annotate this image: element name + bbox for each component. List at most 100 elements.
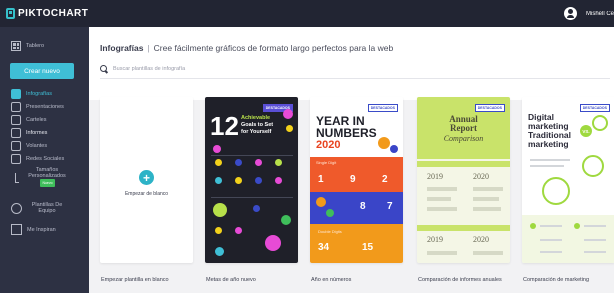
sidebar-item-label: Plantillas De Equipo — [31, 202, 63, 214]
preview-line: Goals to Set — [241, 122, 274, 128]
title-separator: | — [147, 43, 150, 53]
app-name: PIKTOCHART — [18, 8, 89, 19]
preview-bar — [473, 197, 499, 201]
template-caption[interactable]: Año en números — [311, 277, 404, 283]
template-card-year-in-numbers[interactable]: DESTACADOS YEAR IN NUMBERS 2020 Single D… — [310, 97, 403, 263]
goal-icon — [235, 227, 242, 234]
goal-icon — [215, 159, 222, 166]
sidebar-item-custom-sizes[interactable]: Tamaños Personalizados Nuevo — [0, 167, 89, 187]
user-name[interactable]: Mishell Cez — [586, 11, 614, 17]
preview-line-bar — [584, 239, 606, 241]
sidebar-item-label: Informes — [26, 130, 48, 136]
preview-divider — [211, 155, 293, 156]
team-icon — [11, 202, 22, 214]
sidebar-item-label: Carteles — [26, 117, 47, 123]
goal-icon — [255, 177, 262, 184]
search-underline — [100, 78, 610, 79]
sidebar-item-team-templates[interactable]: Plantillas De Equipo — [0, 199, 89, 217]
template-caption[interactable]: Comparación de informes anuales — [418, 277, 511, 283]
user-avatar-icon[interactable] — [564, 7, 577, 20]
preview-strip — [417, 161, 510, 167]
template-search[interactable]: Buscar plantillas de infografía — [100, 65, 185, 72]
goal-icon — [275, 159, 282, 166]
sidebar-item-presentaciones[interactable]: Presentaciones — [0, 102, 89, 112]
preview-line: Report — [450, 123, 477, 133]
featured-badge: DESTACADOS — [474, 104, 505, 112]
preview-year: 2019 — [427, 235, 443, 244]
preview-line-bar — [584, 225, 606, 227]
featured-badge: DESTACADOS — [579, 104, 610, 112]
sidebar-item-tablero[interactable]: Tablero — [0, 41, 89, 51]
preview-bar — [473, 187, 503, 191]
goal-icon — [275, 177, 282, 184]
preview-label: Double Digits — [318, 229, 342, 234]
preview-bar — [427, 187, 457, 191]
template-caption[interactable]: Comparación de marketing — [523, 277, 614, 283]
decor-curl — [542, 177, 570, 205]
preview-line-bar — [530, 159, 570, 161]
sidebar-item-inspiration[interactable]: Me Inspiran — [0, 224, 89, 235]
decor-curl — [592, 115, 608, 131]
search-icon[interactable] — [100, 65, 107, 72]
app-logo[interactable]: PIKTOCHART — [6, 8, 88, 19]
top-bar: PIKTOCHART Mishell Cez — [0, 0, 614, 27]
decor-dot — [213, 145, 221, 153]
preview-bar — [473, 251, 503, 255]
goal-icon — [255, 159, 262, 166]
preview-line-bar — [540, 251, 562, 253]
sidebar-item-carteles[interactable]: Carteles — [0, 115, 89, 125]
decor-dot — [378, 137, 390, 149]
template-card-annual-report[interactable]: DESTACADOS Annual Report Comparison 2019… — [417, 97, 510, 263]
goal-icon — [215, 227, 222, 234]
dashboard-icon — [11, 41, 21, 51]
template-card-marketing[interactable]: DESTACADOS Digital marketing Traditional… — [522, 97, 614, 263]
template-card-goals[interactable]: DESTACADOS 12 Achievable Goals to Set fo… — [205, 97, 298, 263]
preview-number: 8 — [360, 201, 366, 212]
preview-divider — [211, 197, 293, 198]
decor-dot — [213, 203, 227, 217]
main-header: Infografías | Cree fácilmente gráficos de … — [89, 27, 614, 100]
template-preview-title: Annual Report — [417, 115, 510, 133]
sidebar-item-label: Redes Sociales — [26, 156, 65, 162]
presentation-icon — [11, 102, 21, 112]
template-caption[interactable]: Metas de año nuevo — [206, 277, 299, 283]
preview-line-bar — [530, 165, 564, 167]
goal-icon — [253, 205, 260, 212]
sidebar-item-redes-sociales[interactable]: Redes Sociales — [0, 154, 89, 164]
search-input[interactable]: Buscar plantillas de infografía — [113, 66, 185, 72]
user-menu[interactable]: Mishell Cez — [564, 0, 614, 27]
sidebar-item-volantes[interactable]: Volantes — [0, 141, 89, 151]
sidebar-item-label: Tamaños Personalizados Nuevo — [27, 167, 67, 187]
decor-dot — [316, 197, 326, 207]
page-title: Infografías | Cree fácilmente gráficos de … — [100, 43, 393, 53]
preview-strip — [417, 225, 510, 231]
plus-icon[interactable]: + — [139, 170, 154, 185]
preview-number: 34 — [318, 242, 330, 253]
sidebar-item-informes[interactable]: Informes — [0, 128, 89, 138]
sidebar-item-label: Volantes — [26, 143, 48, 149]
template-caption[interactable]: Empezar plantilla en blanco — [101, 277, 194, 283]
sidebar-item-label: Me Inspiran — [27, 226, 56, 233]
infographic-icon — [11, 89, 21, 99]
preview-year: 2020 — [473, 235, 489, 244]
decor-dot — [215, 247, 224, 256]
template-preview-title: Achievable Goals to Set for Yourself — [241, 115, 273, 136]
goal-icon — [215, 177, 222, 184]
template-card-blank[interactable]: + Empezar de blanco — [100, 97, 193, 263]
featured-badge: DESTACADOS — [367, 104, 398, 112]
flyer-icon — [11, 141, 21, 151]
create-new-button[interactable]: Crear nuevo — [10, 63, 74, 79]
preview-line-bar — [584, 251, 606, 253]
preview-line: NUMBERS — [316, 126, 377, 140]
decor-dot — [390, 145, 398, 153]
template-preview-title: Digital marketing Traditional marketing — [528, 113, 571, 149]
page-title-main: Infografías — [100, 43, 144, 53]
preview-number: 2 — [382, 174, 388, 185]
preview-label: Single Digit — [316, 160, 337, 165]
decor-dot — [286, 125, 293, 132]
sidebar-item-infografias[interactable]: Infografías — [0, 89, 89, 99]
vs-badge: VS. — [580, 125, 592, 137]
sidebar: Tablero Crear nuevo Infografías Presenta… — [0, 27, 89, 293]
template-preview-title: YEAR IN NUMBERS — [316, 115, 377, 139]
decor-dot — [574, 223, 580, 229]
